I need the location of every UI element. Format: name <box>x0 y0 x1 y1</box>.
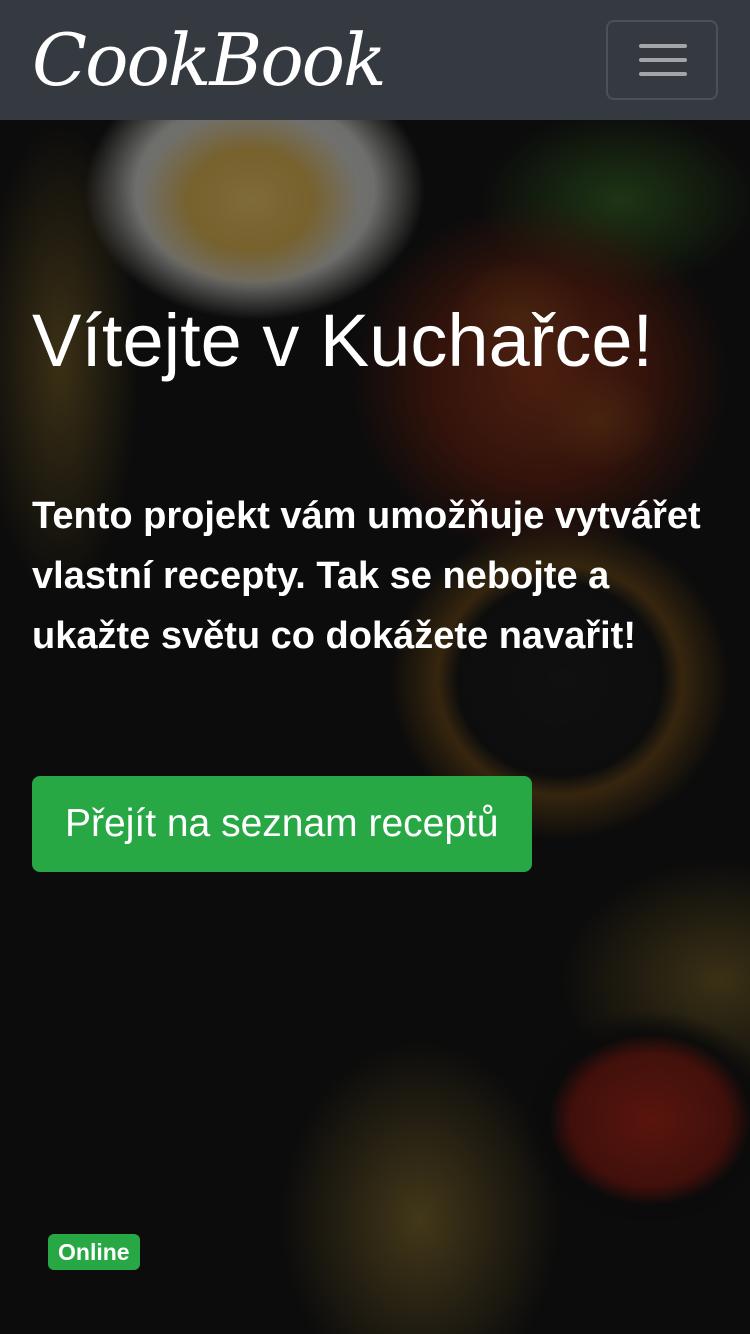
hero-description: Tento projekt vám umožňuje vytvářet vlas… <box>32 495 701 657</box>
hero-section: Vítejte v Kuchařce! Tento projekt vám um… <box>0 120 750 1334</box>
recipe-list-button[interactable]: Přejít na seznam receptů <box>32 776 532 872</box>
brand-logo[interactable]: CookBook <box>32 12 387 108</box>
hero-title: Vítejte v Kuchařce! <box>32 299 654 382</box>
navbar: CookBook <box>0 0 750 120</box>
navbar-toggle-button[interactable] <box>606 20 718 100</box>
status-badge: Online <box>48 1234 140 1270</box>
